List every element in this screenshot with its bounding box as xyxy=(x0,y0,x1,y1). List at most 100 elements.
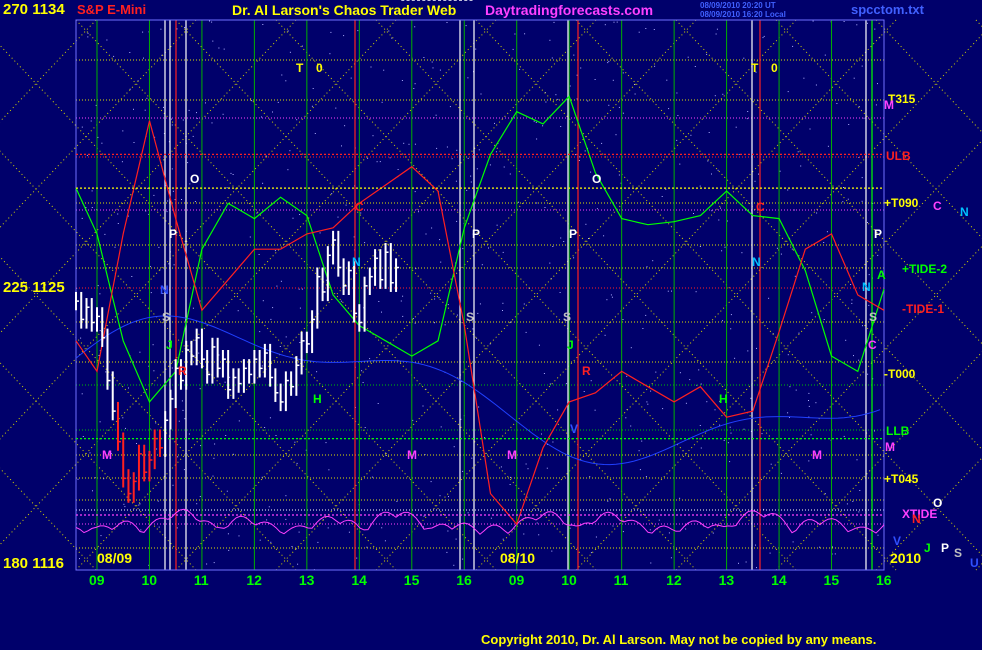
star-dot xyxy=(292,217,294,219)
cycle-marker-letter: P xyxy=(472,227,481,241)
star-dot xyxy=(198,352,200,354)
star-dot xyxy=(874,28,876,30)
star-dot xyxy=(717,169,719,171)
star-dot xyxy=(171,118,172,120)
session-date-2: 08/10 xyxy=(500,550,536,566)
star-dot xyxy=(552,246,554,247)
star-dot xyxy=(331,193,333,195)
cycle-diagonal xyxy=(975,19,982,28)
legend-letter: M xyxy=(884,98,894,112)
star-dot xyxy=(761,433,763,435)
star-dot xyxy=(716,28,718,30)
star-dot xyxy=(544,207,546,208)
star-dot xyxy=(138,504,140,506)
star-dot xyxy=(811,312,813,314)
star-dot xyxy=(723,439,725,441)
star-dot xyxy=(462,248,464,250)
star-dot xyxy=(285,495,287,497)
star-dot xyxy=(762,37,764,39)
star-dot xyxy=(423,57,425,58)
star-dot xyxy=(188,109,190,111)
star-dot xyxy=(256,212,258,214)
star-dot xyxy=(439,495,441,497)
star-dot xyxy=(237,310,239,312)
star-dot xyxy=(384,540,386,542)
star-dot xyxy=(861,65,863,67)
star-dot xyxy=(502,251,504,253)
star-dot xyxy=(861,177,863,179)
star-dot xyxy=(214,443,216,445)
star-dot xyxy=(687,56,689,58)
star-dot xyxy=(350,77,352,79)
star-dot xyxy=(730,432,732,434)
star-dot xyxy=(447,304,449,306)
star-dot xyxy=(743,57,745,59)
star-dot xyxy=(171,168,173,170)
star-dot xyxy=(446,146,448,148)
star-dot xyxy=(589,476,591,478)
star-dot xyxy=(578,160,580,161)
star-dot xyxy=(809,128,811,130)
star-dot xyxy=(603,235,605,237)
star-dot xyxy=(750,397,752,399)
cycle-marker-letter: S xyxy=(466,310,475,324)
star-dot xyxy=(77,478,79,480)
star-dot xyxy=(455,180,457,182)
star-dot xyxy=(276,285,278,287)
star-dot xyxy=(153,194,155,196)
star-dot xyxy=(700,383,702,385)
star-dot xyxy=(178,420,180,422)
star-dot xyxy=(543,373,545,374)
star-dot xyxy=(262,300,264,302)
star-dot xyxy=(812,20,814,22)
star-dot xyxy=(343,35,345,37)
star-dot xyxy=(613,21,615,23)
star-dot xyxy=(698,369,700,371)
star-dot xyxy=(311,105,313,107)
star-dot xyxy=(858,359,860,361)
star-dot xyxy=(826,231,828,233)
level-label-ulb: ULB xyxy=(886,149,911,163)
chart-canvas xyxy=(0,0,982,571)
star-dot xyxy=(81,393,83,395)
star-dot xyxy=(194,339,196,341)
star-dot xyxy=(875,104,877,106)
star-dot xyxy=(414,322,416,324)
star-dot xyxy=(264,427,266,428)
star-dot xyxy=(275,435,277,436)
star-dot xyxy=(594,409,596,411)
star-dot xyxy=(823,242,825,243)
star-dot xyxy=(223,48,225,50)
star-dot xyxy=(123,503,125,505)
star-dot xyxy=(376,161,378,163)
cycle-marker-letter: N xyxy=(160,283,169,297)
cycle-marker-letter: S xyxy=(162,310,171,324)
star-dot xyxy=(117,213,119,215)
star-dot xyxy=(328,469,330,471)
star-dot xyxy=(853,355,854,357)
hour-tick-label: 15 xyxy=(403,572,420,588)
star-dot xyxy=(434,298,436,300)
star-dot xyxy=(344,125,346,127)
star-dot xyxy=(232,174,234,175)
star-dot xyxy=(868,274,870,276)
star-dot xyxy=(262,182,264,184)
star-dot xyxy=(719,424,721,426)
star-dot xyxy=(676,139,678,141)
star-dot xyxy=(314,133,316,134)
star-dot xyxy=(823,319,825,320)
star-dot xyxy=(81,126,83,128)
cycle-marker-letter: N xyxy=(862,280,871,294)
star-dot xyxy=(588,238,589,239)
star-dot xyxy=(647,403,649,405)
star-dot xyxy=(800,165,802,167)
header-instrument: S&P E-Mini xyxy=(77,2,147,17)
cycle-marker-letter: C xyxy=(868,338,877,352)
star-dot xyxy=(430,481,432,483)
star-dot xyxy=(797,151,799,153)
star-dot xyxy=(289,51,291,53)
star-dot xyxy=(251,100,253,102)
star-dot xyxy=(565,383,567,385)
star-dot xyxy=(294,441,296,443)
star-dot xyxy=(712,532,714,534)
